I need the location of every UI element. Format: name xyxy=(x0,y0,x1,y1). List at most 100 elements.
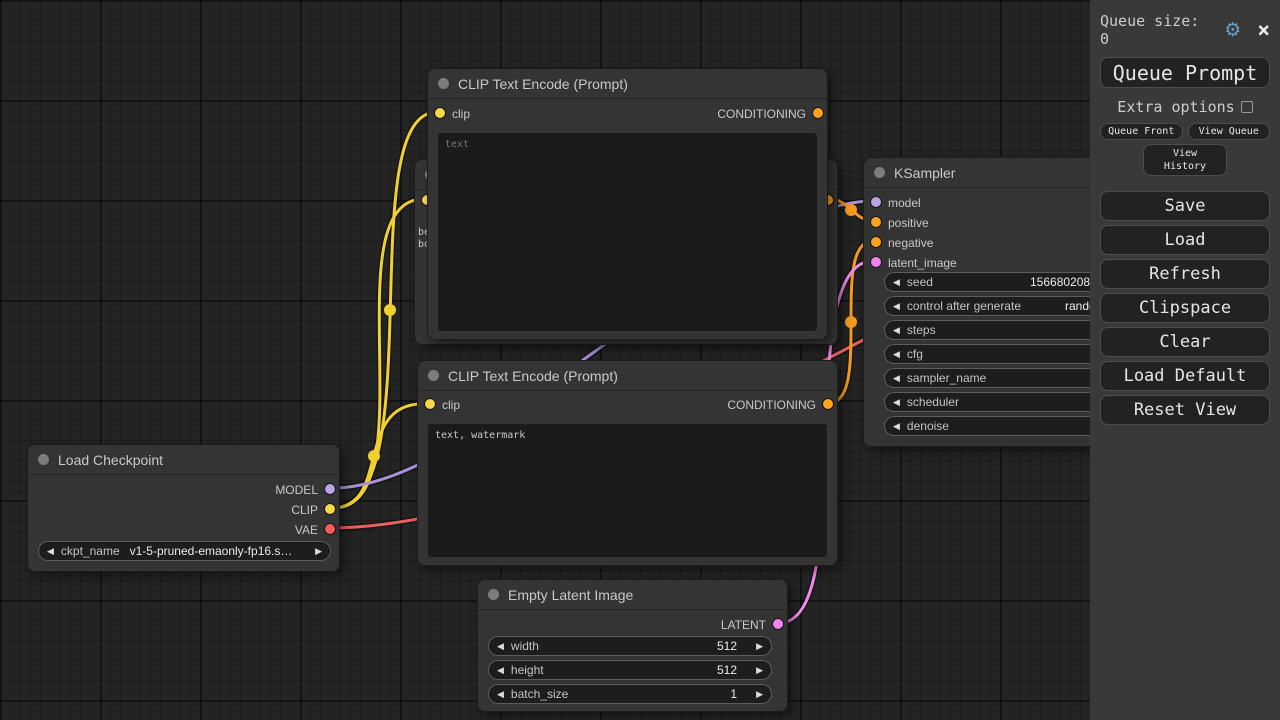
widget-label: scheduler xyxy=(907,395,959,409)
clear-button[interactable]: Clear xyxy=(1100,327,1270,357)
graph-canvas[interactable]: be bo CLIP Text Encode (Prompt) clip CON… xyxy=(0,0,1280,720)
node-header[interactable]: CLIP Text Encode (Prompt) xyxy=(428,69,827,99)
settings-gear-icon[interactable]: ⚙ xyxy=(1224,21,1241,40)
widget-label: seed xyxy=(907,275,933,289)
queue-prompt-button[interactable]: Queue Prompt xyxy=(1100,57,1270,88)
node-title: CLIP Text Encode (Prompt) xyxy=(448,368,618,384)
input-port-negative[interactable] xyxy=(871,237,881,247)
extra-options-checkbox[interactable] xyxy=(1241,101,1253,113)
wire-clip-to-hidden-encode xyxy=(333,199,424,508)
prev-arrow-icon[interactable]: ◀ xyxy=(47,546,54,557)
collapse-dot-icon[interactable] xyxy=(488,589,499,600)
input-label-positive: positive xyxy=(888,216,929,230)
widget-value: 1 xyxy=(730,687,737,701)
input-port-latent-image[interactable] xyxy=(871,257,881,267)
widget-value: 1566802087 xyxy=(1030,275,1097,289)
output-port-conditioning[interactable] xyxy=(813,108,823,118)
decrement-arrow-icon[interactable]: ◀ xyxy=(893,277,900,288)
output-label-conditioning: CONDITIONING xyxy=(717,107,806,121)
reset-view-button[interactable]: Reset View xyxy=(1100,395,1270,425)
input-port-model[interactable] xyxy=(871,197,881,207)
input-port-clip[interactable] xyxy=(435,108,445,118)
prompt-textarea[interactable]: text xyxy=(438,133,817,331)
comfy-menu: Queue size: 0 ⚙ × Queue Prompt Extra opt… xyxy=(1090,0,1280,720)
collapse-dot-icon[interactable] xyxy=(438,78,449,89)
output-port-model[interactable] xyxy=(325,484,335,494)
view-history-label-top: View xyxy=(1173,147,1197,160)
decrement-arrow-icon[interactable]: ◀ xyxy=(893,349,900,360)
input-label-latent-image: latent_image xyxy=(888,256,957,270)
collapse-dot-icon[interactable] xyxy=(428,370,439,381)
widget-label: height xyxy=(511,663,544,677)
node-title: Load Checkpoint xyxy=(58,452,163,468)
output-label-clip: CLIP xyxy=(291,503,318,517)
input-port-positive[interactable] xyxy=(871,217,881,227)
next-arrow-icon[interactable]: ▶ xyxy=(315,546,322,557)
input-port-clip[interactable] xyxy=(425,399,435,409)
view-queue-button[interactable]: View Queue xyxy=(1188,123,1271,140)
node-title: CLIP Text Encode (Prompt) xyxy=(458,76,628,92)
node-empty-latent-image[interactable]: Empty Latent Image LATENT ◀ width 512 ▶ … xyxy=(477,579,788,712)
decrement-arrow-icon[interactable]: ◀ xyxy=(497,665,504,676)
node-header[interactable]: Load Checkpoint xyxy=(28,445,339,475)
node-load-checkpoint[interactable]: Load Checkpoint MODEL CLIP VAE ◀ ckpt_na… xyxy=(27,444,340,572)
close-icon[interactable]: × xyxy=(1257,22,1270,39)
widget-width[interactable]: ◀ width 512 ▶ xyxy=(488,636,772,656)
input-label-clip: clip xyxy=(452,107,470,121)
view-history-label-bottom: History xyxy=(1164,160,1206,173)
queue-front-button[interactable]: Queue Front xyxy=(1100,123,1183,140)
collapse-dot-icon[interactable] xyxy=(874,167,885,178)
widget-value: 512 xyxy=(717,663,737,677)
widget-batch-size[interactable]: ◀ batch_size 1 ▶ xyxy=(488,684,772,704)
output-label-vae: VAE xyxy=(295,523,318,537)
node-clip-text-encode-bottom[interactable]: CLIP Text Encode (Prompt) clip CONDITION… xyxy=(417,360,838,566)
output-port-vae[interactable] xyxy=(325,524,335,534)
decrement-arrow-icon[interactable]: ◀ xyxy=(893,421,900,432)
save-button[interactable]: Save xyxy=(1100,191,1270,221)
prompt-textarea[interactable]: text, watermark xyxy=(428,424,827,557)
clipspace-button[interactable]: Clipspace xyxy=(1100,293,1270,323)
output-label-latent: LATENT xyxy=(721,618,766,632)
output-port-clip[interactable] xyxy=(325,504,335,514)
widget-height[interactable]: ◀ height 512 ▶ xyxy=(488,660,772,680)
queue-size-label: Queue size: 0 xyxy=(1100,12,1214,48)
widget-label: batch_size xyxy=(511,687,568,701)
widget-label: control after generate xyxy=(907,299,1021,313)
wire-clip-to-bottom-encode xyxy=(333,404,422,508)
widget-value: 512 xyxy=(717,639,737,653)
node-title: Empty Latent Image xyxy=(508,587,633,603)
widget-label: steps xyxy=(907,323,936,337)
load-button[interactable]: Load xyxy=(1100,225,1270,255)
increment-arrow-icon[interactable]: ▶ xyxy=(756,665,763,676)
decrement-arrow-icon[interactable]: ◀ xyxy=(893,397,900,408)
node-header[interactable]: Empty Latent Image xyxy=(478,580,787,610)
widget-label: denoise xyxy=(907,419,949,433)
output-label-conditioning: CONDITIONING xyxy=(727,398,816,412)
output-label-model: MODEL xyxy=(275,483,318,497)
increment-arrow-icon[interactable]: ▶ xyxy=(756,641,763,652)
decrement-arrow-icon[interactable]: ◀ xyxy=(893,301,900,312)
widget-label: sampler_name xyxy=(907,371,986,385)
node-header[interactable]: CLIP Text Encode (Prompt) xyxy=(418,361,837,391)
node-clip-text-encode-top[interactable]: CLIP Text Encode (Prompt) clip CONDITION… xyxy=(427,68,828,340)
widget-label: width xyxy=(511,639,539,653)
decrement-arrow-icon[interactable]: ◀ xyxy=(497,641,504,652)
widget-value: v1-5-pruned-emaonly-fp16.s… xyxy=(130,544,293,558)
increment-arrow-icon[interactable]: ▶ xyxy=(756,689,763,700)
load-default-button[interactable]: Load Default xyxy=(1100,361,1270,391)
refresh-button[interactable]: Refresh xyxy=(1100,259,1270,289)
extra-options-label: Extra options xyxy=(1117,98,1234,116)
input-label-negative: negative xyxy=(888,236,933,250)
view-history-button[interactable]: View History xyxy=(1143,144,1227,176)
input-label-model: model xyxy=(888,196,921,210)
node-title: KSampler xyxy=(894,165,955,181)
widget-label: cfg xyxy=(907,347,923,361)
decrement-arrow-icon[interactable]: ◀ xyxy=(893,325,900,336)
input-label-clip: clip xyxy=(442,398,460,412)
decrement-arrow-icon[interactable]: ◀ xyxy=(893,373,900,384)
decrement-arrow-icon[interactable]: ◀ xyxy=(497,689,504,700)
collapse-dot-icon[interactable] xyxy=(38,454,49,465)
widget-ckpt-name[interactable]: ◀ ckpt_name v1-5-pruned-emaonly-fp16.s… … xyxy=(38,541,331,561)
output-port-conditioning[interactable] xyxy=(823,399,833,409)
output-port-latent[interactable] xyxy=(773,619,783,629)
